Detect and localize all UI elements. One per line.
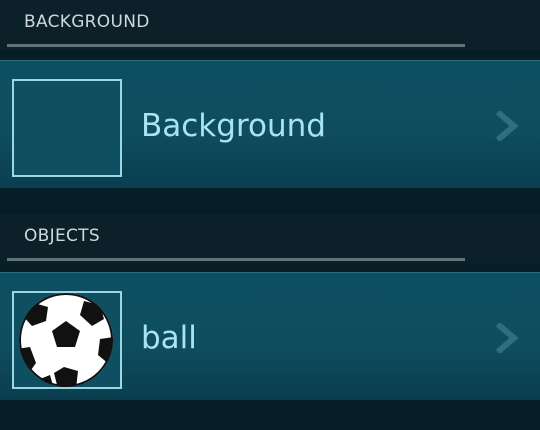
background-thumbnail (12, 79, 122, 177)
list-item-label: Background (141, 108, 326, 144)
ball-thumbnail (12, 291, 122, 389)
screen: BACKGROUND Background OBJECTS ball (0, 0, 540, 430)
section-header-background: BACKGROUND (0, 0, 540, 50)
row-shadow (0, 400, 540, 406)
section-title: OBJECTS (24, 226, 100, 246)
section-title: BACKGROUND (24, 12, 150, 32)
chevron-right-icon (495, 323, 519, 353)
list-item-label: ball (141, 320, 197, 356)
list-item-ball[interactable]: ball (0, 272, 540, 400)
chevron-right-icon (495, 111, 519, 141)
section-header-objects: OBJECTS (0, 214, 540, 264)
list-item-background[interactable]: Background (0, 60, 540, 188)
row-shadow (0, 188, 540, 194)
section-divider (7, 258, 465, 261)
soccer-ball-icon (19, 293, 113, 387)
section-divider (7, 44, 465, 47)
